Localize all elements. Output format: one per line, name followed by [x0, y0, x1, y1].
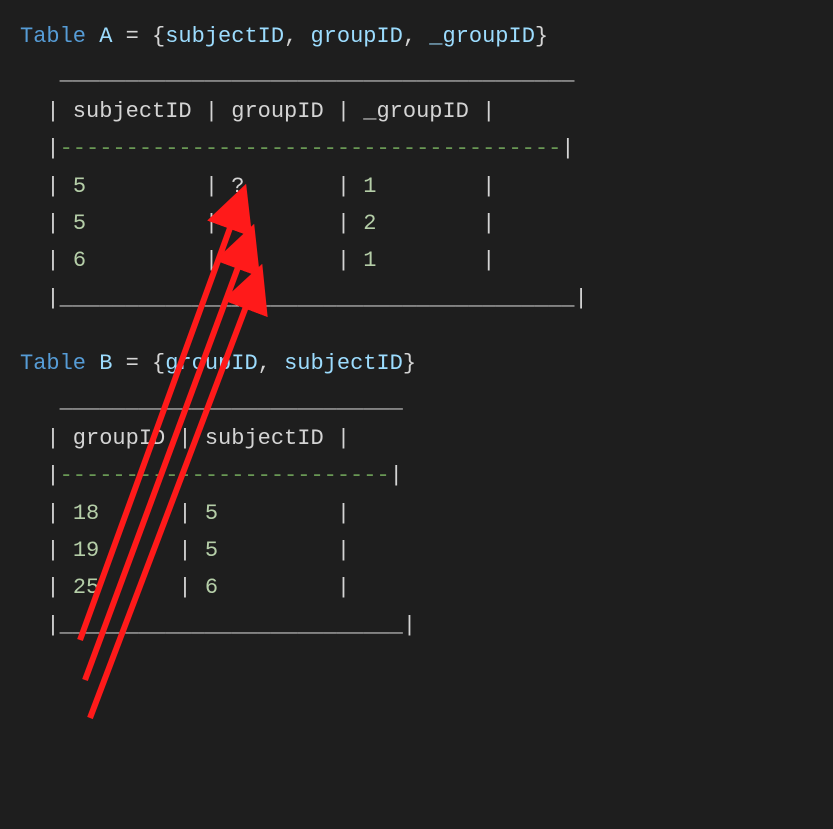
table-a-row: | 5 | ? | 1 | — [20, 168, 813, 205]
table-a-row: | 6 | ? | 1 | — [20, 242, 813, 279]
table-a-dashes: |--------------------------------------| — [20, 130, 813, 167]
table-b-decl: Table B = {groupID, subjectID} — [20, 345, 813, 382]
table-a-row: | 5 | ? | 2 | — [20, 205, 813, 242]
table-b-dashes: |-------------------------| — [20, 457, 813, 494]
table-b-row: | 19 | 5 | — [20, 532, 813, 569]
table-a-topborder: _______________________________________ — [20, 55, 813, 92]
table-a-bottomborder: |_______________________________________… — [20, 280, 813, 317]
keyword-table: Table — [20, 24, 86, 49]
table-b-name: B — [99, 351, 112, 376]
table-b-bottomborder: |__________________________| — [20, 607, 813, 644]
keyword-table: Table — [20, 351, 86, 376]
table-a-name: A — [99, 24, 112, 49]
table-b-topborder: __________________________ — [20, 383, 813, 420]
table-a-header: | subjectID | groupID | _groupID | — [20, 93, 813, 130]
table-b-row: | 18 | 5 | — [20, 495, 813, 532]
table-a-block: Table A = {subjectID, groupID, _groupID}… — [20, 18, 813, 317]
table-b-block: Table B = {groupID, subjectID} _________… — [20, 345, 813, 644]
table-b-header: | groupID | subjectID | — [20, 420, 813, 457]
table-b-row: | 25 | 6 | — [20, 569, 813, 606]
table-a-decl: Table A = {subjectID, groupID, _groupID} — [20, 18, 813, 55]
